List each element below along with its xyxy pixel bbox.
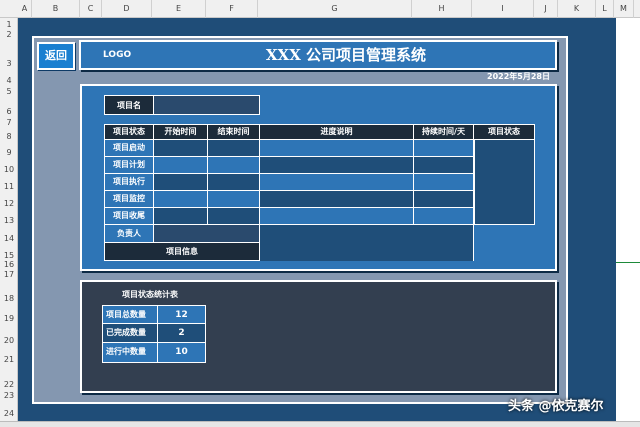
end-time-cell[interactable]	[208, 208, 260, 225]
row-header[interactable]: 13	[0, 216, 18, 225]
column-header-a[interactable]: A	[18, 0, 32, 18]
row-header[interactable]: 18	[0, 294, 18, 303]
watermark: 头条 @依克赛尔	[508, 399, 604, 414]
row-header[interactable]: 11	[0, 182, 18, 191]
column-header-c[interactable]: C	[80, 0, 102, 18]
start-time-cell[interactable]	[154, 191, 208, 208]
duration-cell[interactable]	[414, 174, 474, 191]
row-header[interactable]: 19	[0, 314, 18, 323]
header-end-time: 结束时间	[208, 124, 260, 140]
progress-notes-cell[interactable]	[260, 157, 414, 174]
row-header[interactable]: 9	[0, 148, 18, 157]
total-projects-value: 12	[158, 305, 206, 324]
row-header[interactable]: 24	[0, 409, 18, 418]
row-header[interactable]: 5	[0, 87, 18, 96]
duration-cell[interactable]	[414, 208, 474, 225]
row-header[interactable]: 15	[0, 251, 18, 260]
column-header-l[interactable]: L	[596, 0, 614, 18]
column-header-k[interactable]: K	[558, 0, 596, 18]
column-header-h[interactable]: H	[412, 0, 472, 18]
owner-label: 负责人	[104, 225, 154, 243]
in-progress-projects-value: 10	[158, 343, 206, 363]
project-name-input[interactable]	[154, 95, 260, 115]
project-info-area[interactable]	[260, 225, 474, 261]
total-projects-label: 项目总数量	[102, 305, 158, 324]
status-execute-label: 项目执行	[104, 174, 154, 191]
status-close-label: 项目收尾	[104, 208, 154, 225]
project-info-panel: 项目名 项目状态 开始时间 结束时间 进度说明 持续时间/天 项目状态 项目启动…	[80, 84, 557, 271]
title-bar: LOGO XXX 公司项目管理系统	[79, 40, 557, 70]
row-header[interactable]: 7	[0, 118, 18, 127]
row-header[interactable]: 8	[0, 132, 18, 141]
sheet-tab-bar[interactable]	[0, 421, 640, 427]
project-info-label: 项目信息	[104, 243, 260, 261]
header-progress-notes: 进度说明	[260, 124, 414, 140]
report-date: 2022年5月28日	[487, 72, 550, 81]
progress-notes-cell[interactable]	[260, 140, 414, 157]
status-statistics-panel: 项目状态统计表 项目总数量 12 已完成数量 2 进行中数量 10	[80, 280, 557, 393]
column-header-i[interactable]: I	[472, 0, 534, 18]
status-plan-label: 项目计划	[104, 157, 154, 174]
project-name-label: 项目名	[104, 95, 154, 115]
in-progress-projects-label: 进行中数量	[102, 343, 158, 363]
duration-cell[interactable]	[414, 140, 474, 157]
progress-notes-cell[interactable]	[260, 174, 414, 191]
column-header-bar: A B C D E F G H I J K L M	[0, 0, 640, 18]
header-duration-days: 持续时间/天	[414, 124, 474, 140]
progress-notes-cell[interactable]	[260, 191, 414, 208]
end-time-cell[interactable]	[208, 140, 260, 157]
row-header[interactable]: 12	[0, 199, 18, 208]
start-time-cell[interactable]	[154, 140, 208, 157]
end-time-cell[interactable]	[208, 174, 260, 191]
row-header[interactable]: 21	[0, 355, 18, 364]
duration-cell[interactable]	[414, 157, 474, 174]
status-start-label: 项目启动	[104, 140, 154, 157]
start-time-cell[interactable]	[154, 208, 208, 225]
row-header[interactable]: 6	[0, 107, 18, 116]
row-header[interactable]: 4	[0, 76, 18, 85]
header-project-status-2: 项目状态	[474, 124, 535, 140]
column-header-g[interactable]: G	[258, 0, 412, 18]
stats-title: 项目状态统计表	[122, 290, 178, 299]
start-time-cell[interactable]	[154, 174, 208, 191]
row-header[interactable]: 2	[0, 30, 18, 39]
duration-cell[interactable]	[414, 191, 474, 208]
row-header[interactable]: 17	[0, 270, 18, 279]
project-status-merged-cell[interactable]	[474, 140, 535, 225]
column-header-d[interactable]: D	[102, 0, 152, 18]
row-header-bar: 1 2 3 4 5 6 7 8 9 10 11 12 13 14 15 16 1…	[0, 18, 18, 427]
row-header[interactable]: 14	[0, 234, 18, 243]
row-header[interactable]: 10	[0, 165, 18, 174]
progress-notes-cell[interactable]	[260, 208, 414, 225]
back-button[interactable]: 返回	[37, 42, 75, 70]
row-header[interactable]: 23	[0, 391, 18, 400]
logo: LOGO	[103, 50, 132, 60]
page-title: XXX 公司项目管理系统	[265, 46, 427, 64]
owner-input[interactable]	[154, 225, 260, 243]
end-time-cell[interactable]	[208, 157, 260, 174]
cell-selection-line	[616, 262, 640, 263]
column-header-b[interactable]: B	[32, 0, 80, 18]
header-start-time: 开始时间	[154, 124, 208, 140]
status-monitor-label: 项目监控	[104, 191, 154, 208]
completed-projects-label: 已完成数量	[102, 324, 158, 343]
row-header[interactable]: 3	[0, 59, 18, 68]
column-header-m[interactable]: M	[614, 0, 634, 18]
start-time-cell[interactable]	[154, 157, 208, 174]
row-header[interactable]: 22	[0, 380, 18, 389]
column-header-f[interactable]: F	[206, 0, 258, 18]
header-project-status: 项目状态	[104, 124, 154, 140]
completed-projects-value: 2	[158, 324, 206, 343]
empty-sheet-area	[616, 18, 640, 423]
column-header-e[interactable]: E	[152, 0, 206, 18]
column-header-j[interactable]: J	[534, 0, 558, 18]
row-header[interactable]: 1	[0, 20, 18, 29]
row-header[interactable]: 16	[0, 260, 18, 269]
row-header[interactable]: 20	[0, 336, 18, 345]
end-time-cell[interactable]	[208, 191, 260, 208]
